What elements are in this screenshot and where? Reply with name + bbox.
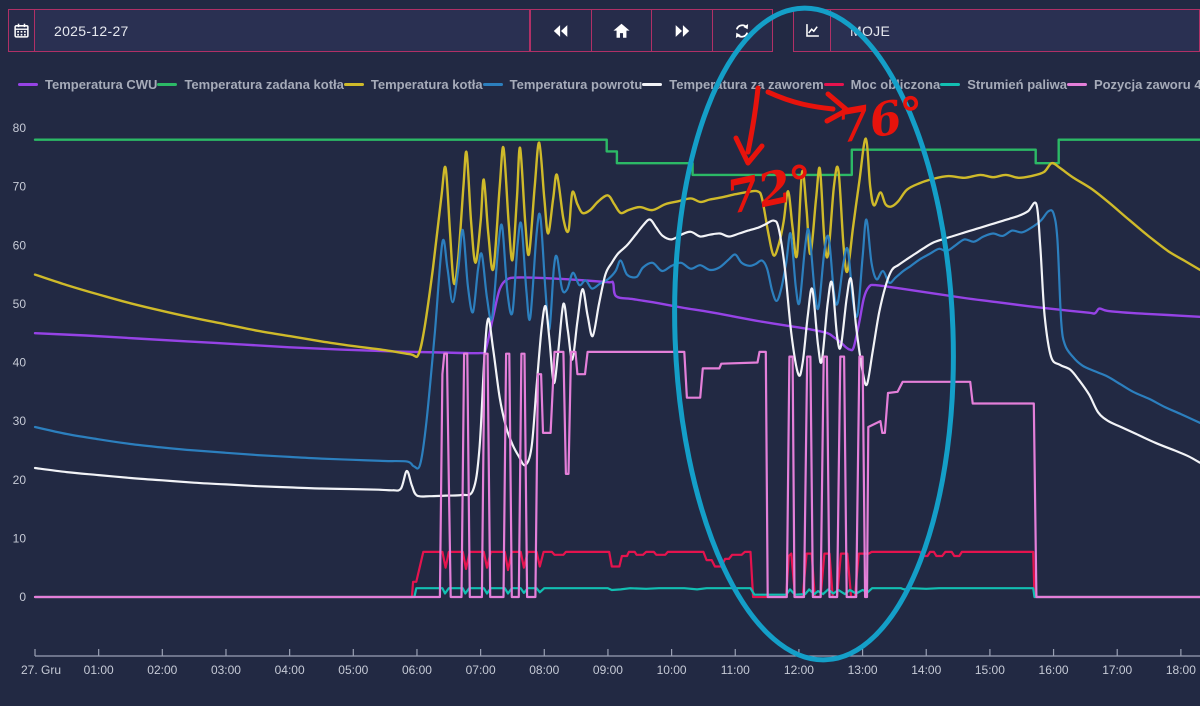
y-tick-label: 60 [13,238,27,252]
series-temperatura-powrotu [35,210,1200,468]
y-tick-label: 70 [13,180,27,194]
series-temperatura-cwu [35,277,1200,353]
series-pozycja-zaworu-4d [35,352,1200,597]
x-tick-label: 27. Gru [21,663,61,677]
x-tick-label: 09:00 [593,663,623,677]
x-tick-label: 08:00 [529,663,559,677]
x-tick-label: 10:00 [657,663,687,677]
series-strumien-paliwa [35,588,1200,597]
y-tick-label: 0 [19,590,26,604]
x-tick-label: 04:00 [275,663,305,677]
x-tick-label: 02:00 [147,663,177,677]
chart-plot[interactable]: 0 10 20 30 40 50 60 70 80 27. Gru 01:00 02:00 03:00 0… [0,0,1200,706]
series-temperatura-kotla [35,139,1200,357]
x-tick-label: 01:00 [84,663,114,677]
y-tick-label: 50 [13,297,27,311]
y-tick-label: 10 [13,531,27,545]
x-tick-label: 17:00 [1102,663,1132,677]
series-temperatura-zadana-kotla [35,140,1200,175]
x-tick-label: 16:00 [1039,663,1069,677]
x-tick-label: 05:00 [338,663,368,677]
x-tick-label: 18:00 [1166,663,1196,677]
y-tick-label: 30 [13,414,27,428]
x-tick-label: 12:00 [784,663,814,677]
y-tick-label: 80 [13,121,27,135]
x-tick-label: 03:00 [211,663,241,677]
y-tick-label: 20 [13,473,27,487]
x-tick-label: 06:00 [402,663,432,677]
x-tick-label: 07:00 [466,663,496,677]
y-tick-label: 40 [13,356,27,370]
x-tick-label: 15:00 [975,663,1005,677]
x-tick-label: 13:00 [848,663,878,677]
x-tick-label: 11:00 [721,663,750,677]
x-tick-label: 14:00 [911,663,941,677]
